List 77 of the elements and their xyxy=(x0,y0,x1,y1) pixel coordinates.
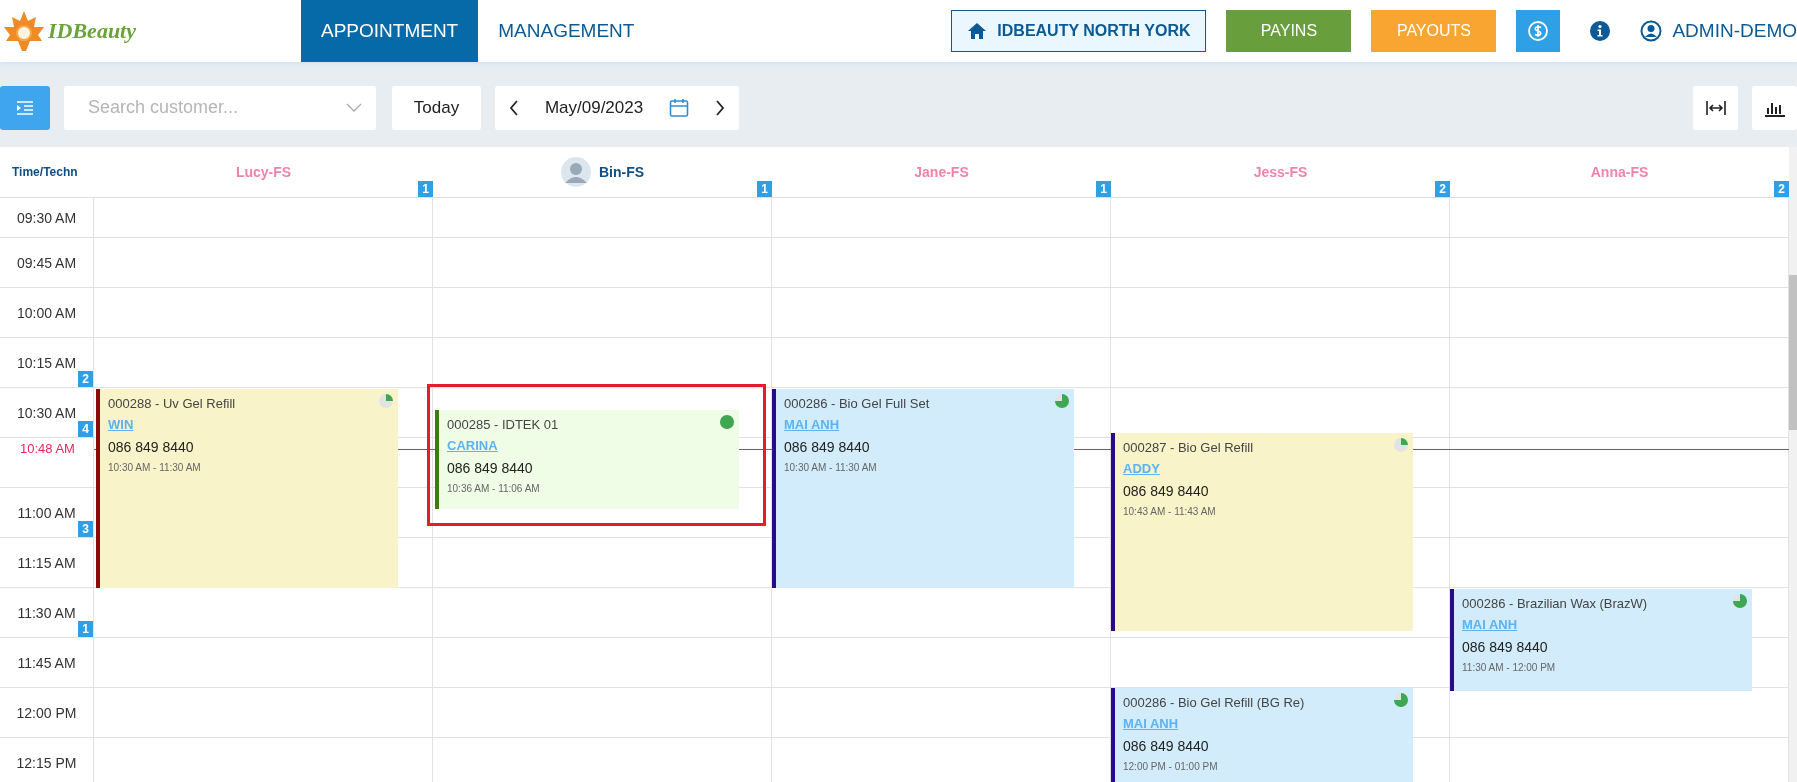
menu-icon xyxy=(16,99,34,116)
appointment-card[interactable]: 000287 - Bio Gel Refill ADDY 086 849 8440 10:43 AM - 11:43 AM xyxy=(1111,433,1413,631)
time-label: 12:15 PM xyxy=(16,754,77,771)
appointment-title: 000286 - Bio Gel Full Set xyxy=(784,395,930,413)
time-label: 11:00 AM xyxy=(17,504,76,521)
progress-pie-icon xyxy=(1393,437,1409,453)
time-label: 11:30 AM xyxy=(17,604,76,621)
avatar-icon xyxy=(560,157,591,187)
phone-number: 086 849 8440 xyxy=(784,438,870,457)
appointment-title: 000288 - Uv Gel Refill xyxy=(108,395,236,413)
info-icon[interactable] xyxy=(1590,21,1611,41)
progress-pie-icon xyxy=(1393,692,1409,708)
store-button[interactable]: IDBEAUTY NORTH YORK xyxy=(951,10,1207,52)
count-badge: 1 xyxy=(1096,181,1111,197)
time-range: 10:30 AM - 11:30 AM xyxy=(108,461,201,475)
appointment-card[interactable]: 000288 - Uv Gel Refill WIN 086 849 8440 10:30 AM - 11:30 AM xyxy=(96,389,398,588)
user-icon xyxy=(1640,20,1663,42)
appointment-card[interactable]: 000286 - Bio Gel Refill (BG Re) MAI ANH 086 849 8440 12:00 PM - 01:00 PM xyxy=(1111,688,1413,782)
progress-pie-icon xyxy=(378,393,394,409)
appointment-card[interactable]: 000286 - Bio Gel Full Set MAI ANH 086 849 8440 10:30 AM - 11:30 AM xyxy=(772,389,1074,588)
technician-name[interactable]: Bin-FS xyxy=(598,164,645,180)
appointment-title: 000287 - Bio Gel Refill xyxy=(1123,439,1254,457)
time-label: 09:30 AM xyxy=(16,209,77,226)
date-text: May/09/2023 xyxy=(544,97,644,118)
dollar-button[interactable] xyxy=(1516,10,1561,52)
time-label: 11:45 AM xyxy=(17,654,76,671)
previous-icon[interactable] xyxy=(509,99,519,116)
progress-pie-icon xyxy=(1732,593,1748,609)
appointment-card[interactable]: 000286 - Brazilian Wax (BrazW) MAI ANH 086 849 8440 11:30 AM - 12:00 PM xyxy=(1450,589,1752,691)
time-label: 10:30 AM xyxy=(16,404,77,421)
scrollbar[interactable] xyxy=(1789,147,1797,782)
appointment-title: 000286 - Bio Gel Refill (BG Re) xyxy=(1123,694,1305,712)
fit-width-button[interactable] xyxy=(1693,85,1738,130)
time-label: 10:15 AM xyxy=(16,354,77,371)
appointment-card[interactable]: 000285 - IDTEK 01 CARINA 086 849 8440 10:36 AM - 11:06 AM xyxy=(435,410,739,509)
payins-button[interactable]: PAYINS xyxy=(1226,10,1352,52)
search-field[interactable]: Search customer... xyxy=(64,85,376,130)
count-badge: 2 xyxy=(78,371,93,387)
time-range: 10:36 AM - 11:06 AM xyxy=(447,482,540,496)
nav-tab[interactable]: MANAGEMENT xyxy=(478,0,655,62)
chevron-down-icon xyxy=(346,102,362,113)
count-badge: 1 xyxy=(78,621,93,637)
count-badge: 1 xyxy=(418,181,433,197)
logo-text: IDBeauty xyxy=(48,18,136,44)
time-range: 12:00 PM - 01:00 PM xyxy=(1123,760,1218,774)
count-badge: 2 xyxy=(1435,181,1450,197)
count-badge: 3 xyxy=(78,521,93,537)
next-icon[interactable] xyxy=(714,99,725,116)
calendar-icon[interactable] xyxy=(669,97,690,118)
time-range: 11:30 AM - 12:00 PM xyxy=(1462,661,1556,675)
count-badge: 4 xyxy=(78,421,93,437)
dollar-icon xyxy=(1527,20,1550,42)
phone-number: 086 849 8440 xyxy=(108,438,194,457)
nav-tab[interactable]: APPOINTMENT xyxy=(301,0,479,62)
phone-number: 086 849 8440 xyxy=(1123,482,1209,501)
home-icon xyxy=(967,22,988,40)
time-label: 09:45 AM xyxy=(16,254,77,271)
user-menu[interactable]: ADMIN-DEMO xyxy=(1640,20,1797,42)
appointment-title: 000286 - Brazilian Wax (BrazW) xyxy=(1462,595,1648,613)
count-badge: 1 xyxy=(757,181,772,197)
column-heading: Time/Techn xyxy=(12,165,78,179)
time-label: 11:15 AM xyxy=(17,554,76,571)
progress-pie-icon xyxy=(719,414,735,430)
phone-number: 086 849 8440 xyxy=(447,459,533,478)
time-range: 10:43 AM - 11:43 AM xyxy=(1123,505,1216,519)
phone-number: 086 849 8440 xyxy=(1123,737,1209,756)
time-label: 10:48 AM xyxy=(20,441,75,456)
time-range: 10:30 AM - 11:30 AM xyxy=(784,461,877,475)
fit-width-icon xyxy=(1704,99,1727,116)
count-badge: 2 xyxy=(1774,181,1789,197)
progress-pie-icon xyxy=(1054,393,1070,409)
today-button[interactable]: Today xyxy=(392,85,481,130)
appointment-title: 000285 - IDTEK 01 xyxy=(447,416,559,434)
phone-number: 086 849 8440 xyxy=(1462,638,1548,657)
time-label: 12:00 PM xyxy=(16,704,77,721)
bar-chart-button[interactable] xyxy=(1752,85,1797,130)
time-label: 10:00 AM xyxy=(16,304,77,321)
